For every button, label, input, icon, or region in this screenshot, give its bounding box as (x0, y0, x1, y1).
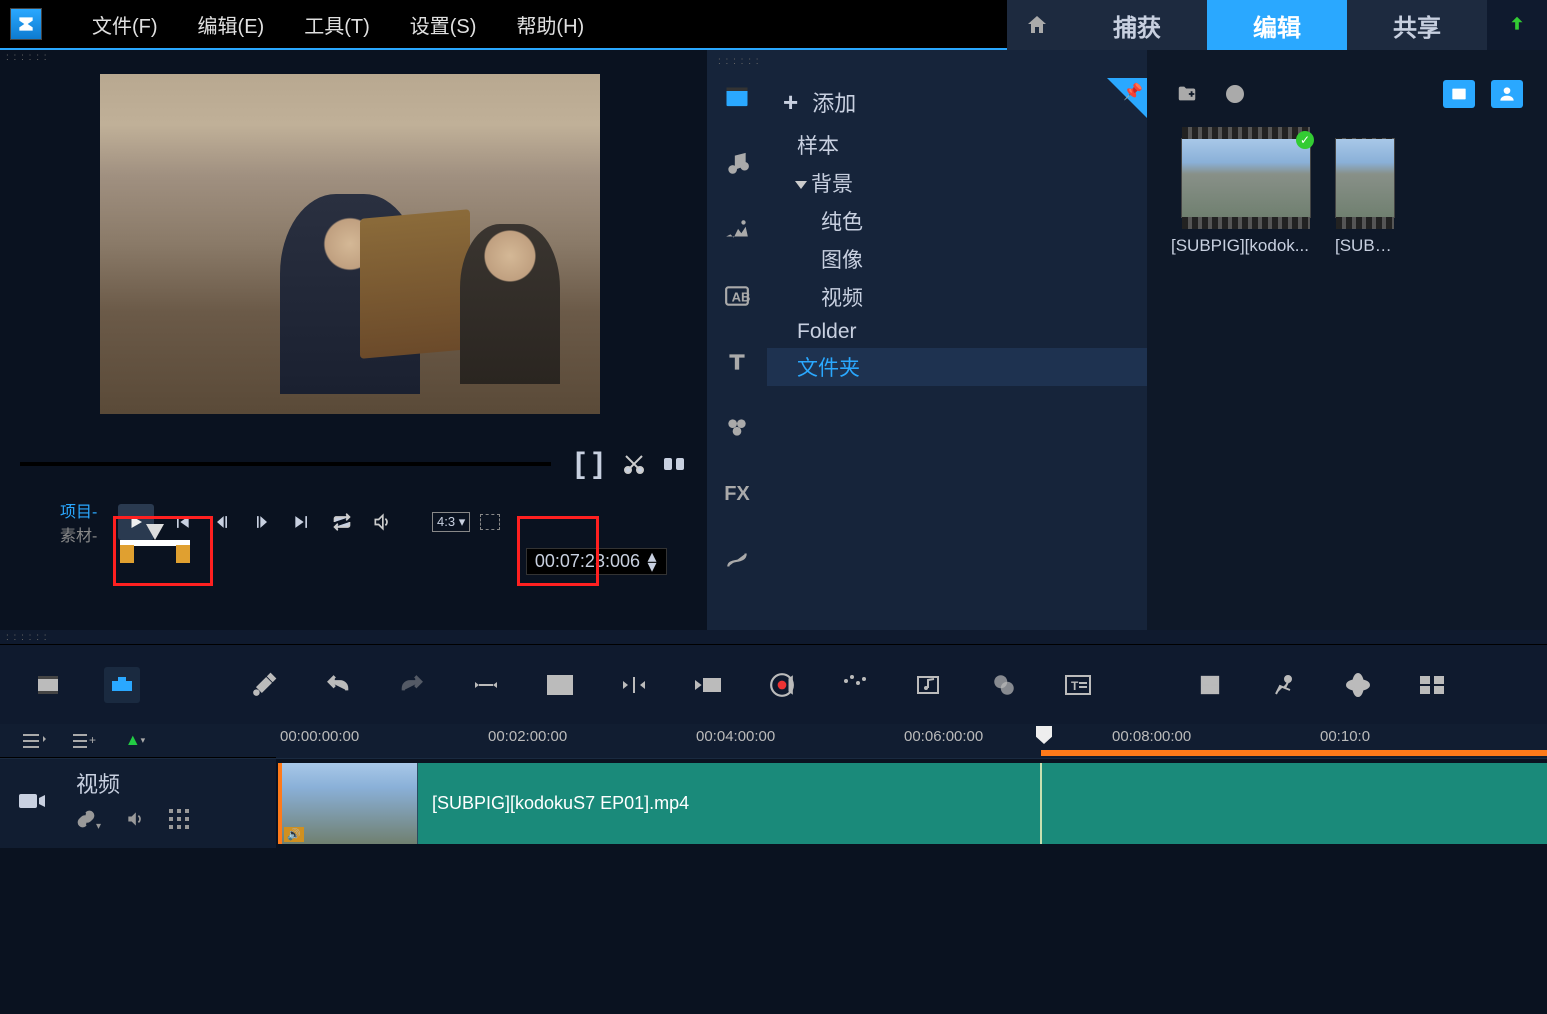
scrub-track[interactable] (20, 462, 551, 466)
split-icon[interactable] (616, 667, 652, 703)
subtitle-icon[interactable]: T (1060, 667, 1096, 703)
menu-edit[interactable]: 编辑(E) (178, 10, 285, 39)
menu-file[interactable]: 文件(F) (72, 10, 178, 39)
ruler-tick: 00:04:00:00 (696, 728, 775, 745)
view-list-icon[interactable] (1491, 80, 1523, 108)
tab-share[interactable]: 共享 (1347, 0, 1487, 50)
3d-icon[interactable] (1340, 667, 1376, 703)
clip-thumbnail: 🔊 (278, 763, 418, 844)
panel-grip[interactable]: : : : : : : (0, 50, 707, 64)
preview-monitor (100, 74, 600, 414)
fit-width-icon[interactable] (468, 667, 504, 703)
video-track-icon[interactable] (17, 789, 47, 818)
view-thumbnails-icon[interactable] (1443, 80, 1475, 108)
trim-handle[interactable] (120, 526, 190, 556)
mute-icon[interactable] (125, 809, 145, 834)
plus-icon: + (783, 87, 798, 118)
tree-folder-cn[interactable]: 文件夹 (767, 348, 1147, 386)
home-tab[interactable] (1007, 0, 1067, 50)
tree-video[interactable]: 视频 (767, 278, 1147, 316)
timecode-down[interactable]: ▾ (646, 562, 658, 572)
redo-icon[interactable] (394, 667, 430, 703)
motion-icon[interactable] (1266, 667, 1302, 703)
app-logo[interactable] (10, 8, 42, 40)
svg-text:AB: AB (732, 289, 750, 304)
add-track-icon[interactable]: + (70, 729, 100, 753)
panel-grip-timeline[interactable]: : : : : : : (0, 630, 1547, 644)
panel-grip-right[interactable]: : : : : : : (712, 54, 766, 68)
import-folder-icon[interactable] (1171, 80, 1203, 108)
tree-background[interactable]: 背景 (767, 164, 1147, 202)
next-frame-button[interactable] (248, 508, 276, 536)
svg-text:+: + (89, 733, 96, 747)
selection-range[interactable] (1041, 750, 1547, 756)
media-library-icon[interactable] (719, 80, 755, 116)
playhead-line[interactable] (1040, 763, 1042, 844)
grid-icon[interactable] (1192, 667, 1228, 703)
timeline-view-icon[interactable] (104, 667, 140, 703)
cut-icon[interactable] (621, 451, 647, 477)
marquee-tool[interactable] (480, 514, 500, 530)
pin-icon[interactable]: 📌 (1123, 82, 1143, 102)
mode-project[interactable]: 项目- (60, 498, 110, 522)
tab-capture[interactable]: 捕获 (1067, 0, 1207, 50)
graphics-icon[interactable] (719, 410, 755, 446)
tree-solid[interactable]: 纯色 (767, 202, 1147, 240)
capture-icon[interactable] (1219, 80, 1251, 108)
highlight-box-brackets (517, 516, 599, 586)
auto-music-icon[interactable] (912, 667, 948, 703)
ripple-icon[interactable] (690, 667, 726, 703)
video-clip[interactable]: 🔊 [SUBPIG][kodokuS7 EP01].mp4 (278, 763, 1547, 844)
ruler-tick: 00:02:00:00 (488, 728, 567, 745)
check-icon: ✓ (1296, 131, 1314, 149)
media-thumb[interactable]: ✓ [SUBPIG][kodok... (1171, 138, 1321, 256)
tree-image[interactable]: 图像 (767, 240, 1147, 278)
svg-text:T: T (1071, 679, 1079, 693)
menu-help[interactable]: 帮助(H) (496, 10, 604, 39)
audio-mixer-icon[interactable] (838, 667, 874, 703)
clip-name: [SUBPIG][kodokuS7 EP01].mp4 (418, 793, 689, 814)
track-options-icon[interactable] (20, 729, 50, 753)
split-clip-icon[interactable] (661, 451, 687, 477)
tree-folder-en[interactable]: Folder (767, 316, 1147, 348)
tools-icon[interactable] (246, 667, 282, 703)
media-thumb[interactable]: [SUBPIG (1335, 138, 1395, 256)
transitions-icon[interactable] (719, 212, 755, 248)
path-icon[interactable] (719, 542, 755, 578)
fit-project-icon[interactable] (542, 667, 578, 703)
audio-library-icon[interactable] (719, 146, 755, 182)
volume-button[interactable] (368, 508, 396, 536)
tab-edit[interactable]: 编辑 (1207, 0, 1347, 50)
undo-icon[interactable] (320, 667, 356, 703)
text-icon[interactable] (719, 344, 755, 380)
fx-icon[interactable]: FX (719, 476, 755, 512)
track-label: 视频 (76, 767, 264, 799)
ruler-tick: 00:06:00:00 (904, 728, 983, 745)
mark-out-bracket[interactable]: ] (589, 447, 607, 481)
mark-in-bracket[interactable]: [ (571, 447, 589, 481)
multicam-icon[interactable] (1414, 667, 1450, 703)
record-icon[interactable] (764, 667, 800, 703)
tree-sample[interactable]: 样本 (767, 126, 1147, 164)
ruler-tick: 00:08:00:00 (1112, 728, 1191, 745)
link-icon[interactable]: ▾ (76, 809, 101, 834)
overlay-icon[interactable] (986, 667, 1022, 703)
upload-button[interactable] (1487, 0, 1547, 50)
ruler-tick: 00:00:00:00 (280, 728, 359, 745)
marker-icon[interactable]: ▲▾ (120, 729, 150, 753)
title-library-icon[interactable]: AB (719, 278, 755, 314)
track-fx-icon[interactable] (169, 809, 189, 834)
storyboard-view-icon[interactable] (30, 667, 66, 703)
ruler-tick: 00:10:0 (1320, 728, 1370, 745)
menu-tools[interactable]: 工具(T) (284, 10, 390, 39)
sound-badge-icon: 🔊 (284, 827, 304, 842)
menu-settings[interactable]: 设置(S) (390, 10, 497, 39)
time-ruler[interactable]: 00:00:00:00 00:02:00:00 00:04:00:00 00:0… (276, 724, 1547, 758)
add-folder-button[interactable]: + 添加 📌 (767, 78, 1147, 126)
playhead[interactable] (1036, 726, 1052, 744)
mode-clip[interactable]: 素材- (60, 522, 110, 546)
aspect-ratio-selector[interactable]: 4:3 ▾ (432, 512, 470, 532)
go-end-button[interactable] (288, 508, 316, 536)
loop-button[interactable] (328, 508, 356, 536)
